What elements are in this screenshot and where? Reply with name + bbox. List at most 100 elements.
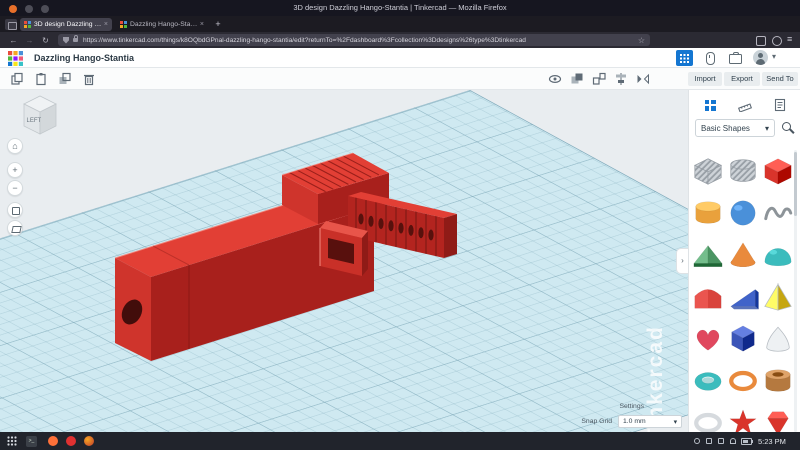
- extensions-icon[interactable]: [756, 36, 766, 46]
- delete-button[interactable]: [82, 72, 96, 86]
- zoom-in-button[interactable]: +: [7, 162, 23, 178]
- shape-category-select[interactable]: Basic Shapes ▾: [695, 119, 775, 137]
- mouse-settings-icon[interactable]: [706, 52, 715, 65]
- navigation-bar: ← → ↻ https://www.tinkercad.com/things/k…: [0, 32, 800, 48]
- search-icon: [782, 122, 791, 131]
- settings-label[interactable]: Settings: [619, 403, 644, 410]
- tinkercad-header: Dazzling Hango-Stantia ▾: [0, 48, 800, 68]
- canvas-viewport[interactable]: LEFT ⌂ + − › Tinkercad Settings Snap Gri…: [0, 90, 688, 432]
- image-editor-app-icon[interactable]: [84, 436, 94, 446]
- shape-paraboloid[interactable]: [760, 318, 795, 360]
- shape-hole-box[interactable]: [690, 150, 725, 192]
- home-view-button[interactable]: ⌂: [7, 138, 23, 154]
- align-button[interactable]: [614, 72, 628, 86]
- shape-polygon[interactable]: [725, 318, 760, 360]
- firefox-app-icon[interactable]: [48, 436, 58, 446]
- duplicate-button[interactable]: [58, 72, 72, 86]
- apps-grid-icon: [680, 54, 689, 63]
- tray-network-icon[interactable]: [706, 438, 712, 444]
- shape-scribble[interactable]: [760, 192, 795, 234]
- tab-label: 3D design Dazzling Hango-Stantia: [34, 21, 102, 28]
- bookmark-star-icon[interactable]: ☆: [638, 36, 645, 45]
- send-to-button[interactable]: Send To: [762, 72, 798, 86]
- copy-button[interactable]: [10, 72, 24, 86]
- group-button[interactable]: [570, 72, 584, 86]
- tray-bluetooth-icon[interactable]: [730, 438, 736, 444]
- back-button[interactable]: ←: [8, 35, 19, 46]
- category-caret-icon: ▾: [765, 124, 769, 133]
- model-gun[interactable]: [115, 153, 457, 361]
- export-button[interactable]: Export: [724, 72, 760, 86]
- lock-icon[interactable]: [73, 38, 78, 42]
- briefcase-icon[interactable]: [729, 54, 742, 64]
- model-svg: [0, 90, 688, 432]
- search-shapes-button[interactable]: [780, 120, 796, 136]
- panel-scrollbar[interactable]: [794, 150, 797, 432]
- tracking-shield-icon[interactable]: [63, 37, 69, 44]
- shapes-library-icon: [705, 100, 716, 111]
- ungroup-button[interactable]: [592, 72, 606, 86]
- shape-tube[interactable]: [760, 360, 795, 402]
- shape-heart[interactable]: [690, 318, 725, 360]
- shape-box[interactable]: [760, 150, 795, 192]
- shape-half-sphere[interactable]: [760, 234, 795, 276]
- shapes-library-tab[interactable]: [699, 95, 721, 115]
- apps-grid-button[interactable]: [676, 50, 693, 66]
- terminal-app-icon[interactable]: >_: [26, 436, 37, 447]
- tray-volume-icon[interactable]: [718, 438, 724, 444]
- tinkercad-favicon: [24, 21, 31, 28]
- snap-grid-value: 1.0 mm: [623, 418, 646, 425]
- shape-round-roof[interactable]: [690, 276, 725, 318]
- shape-torus-thin[interactable]: [725, 360, 760, 402]
- ruler-tool[interactable]: [734, 95, 756, 115]
- mirror-button[interactable]: [636, 72, 650, 86]
- shape-star[interactable]: [725, 402, 760, 432]
- notes-tool[interactable]: [769, 95, 791, 115]
- paste-button[interactable]: [34, 72, 48, 86]
- account-caret-icon[interactable]: ▾: [772, 52, 776, 61]
- avatar[interactable]: [753, 50, 768, 65]
- tab-close-icon[interactable]: ×: [200, 21, 204, 28]
- snap-grid-label: Snap Grid: [581, 418, 612, 425]
- perspective-toggle-button[interactable]: [7, 220, 23, 236]
- view-cube[interactable]: LEFT: [16, 90, 64, 138]
- apps-menu-icon[interactable]: [7, 436, 17, 446]
- shape-pyramid[interactable]: [760, 276, 795, 318]
- design-title[interactable]: Dazzling Hango-Stantia: [34, 53, 134, 63]
- fit-view-button[interactable]: [7, 202, 23, 218]
- shape-roof[interactable]: [690, 234, 725, 276]
- new-tab-button[interactable]: +: [212, 18, 224, 30]
- account-icon[interactable]: [772, 36, 782, 46]
- url-text: https://www.tinkercad.com/things/k8OQbdG…: [83, 37, 634, 44]
- menu-icon[interactable]: ≡: [787, 34, 792, 44]
- shape-diamond[interactable]: [760, 402, 795, 432]
- zoom-out-button[interactable]: −: [7, 180, 23, 196]
- shape-hole-cylinder[interactable]: [725, 150, 760, 192]
- import-button[interactable]: Import: [688, 72, 722, 86]
- fit-view-icon: [12, 207, 20, 215]
- panel-collapse-handle[interactable]: ›: [676, 248, 688, 274]
- shape-torus[interactable]: [690, 360, 725, 402]
- refresh-button[interactable]: ↻: [40, 35, 51, 46]
- snap-grid-select[interactable]: 1.0 mm ▾: [618, 415, 682, 428]
- show-all-button[interactable]: [548, 72, 562, 86]
- tab-3d-design[interactable]: 3D design Dazzling Hango-Stantia ×: [20, 18, 112, 32]
- shape-ring[interactable]: [690, 402, 725, 432]
- desktop-taskbar: >_ 5:23 PM: [0, 432, 800, 450]
- browser-app-icon[interactable]: [66, 436, 76, 446]
- forward-button[interactable]: →: [24, 35, 35, 46]
- url-bar[interactable]: https://www.tinkercad.com/things/k8OQbdG…: [58, 34, 650, 46]
- snap-grid-caret-icon: ▾: [674, 418, 677, 426]
- tab-close-icon[interactable]: ×: [104, 21, 108, 28]
- shape-wedge[interactable]: [725, 276, 760, 318]
- tab-bar: 3D design Dazzling Hango-Stantia × Dazzl…: [0, 16, 800, 32]
- shape-grid: [690, 150, 796, 432]
- tinkercad-logo[interactable]: [8, 51, 23, 66]
- window-titlebar: 3D design Dazzling Hango-Stantia | Tinke…: [0, 0, 800, 16]
- shape-sphere[interactable]: [725, 192, 760, 234]
- shape-cylinder[interactable]: [690, 192, 725, 234]
- tab-dashboard[interactable]: Dazzling Hango-Stantia : Edit ×: [116, 18, 208, 32]
- shape-cone[interactable]: [725, 234, 760, 276]
- firefox-view-icon[interactable]: [5, 19, 17, 30]
- tray-status-icon[interactable]: [694, 438, 700, 444]
